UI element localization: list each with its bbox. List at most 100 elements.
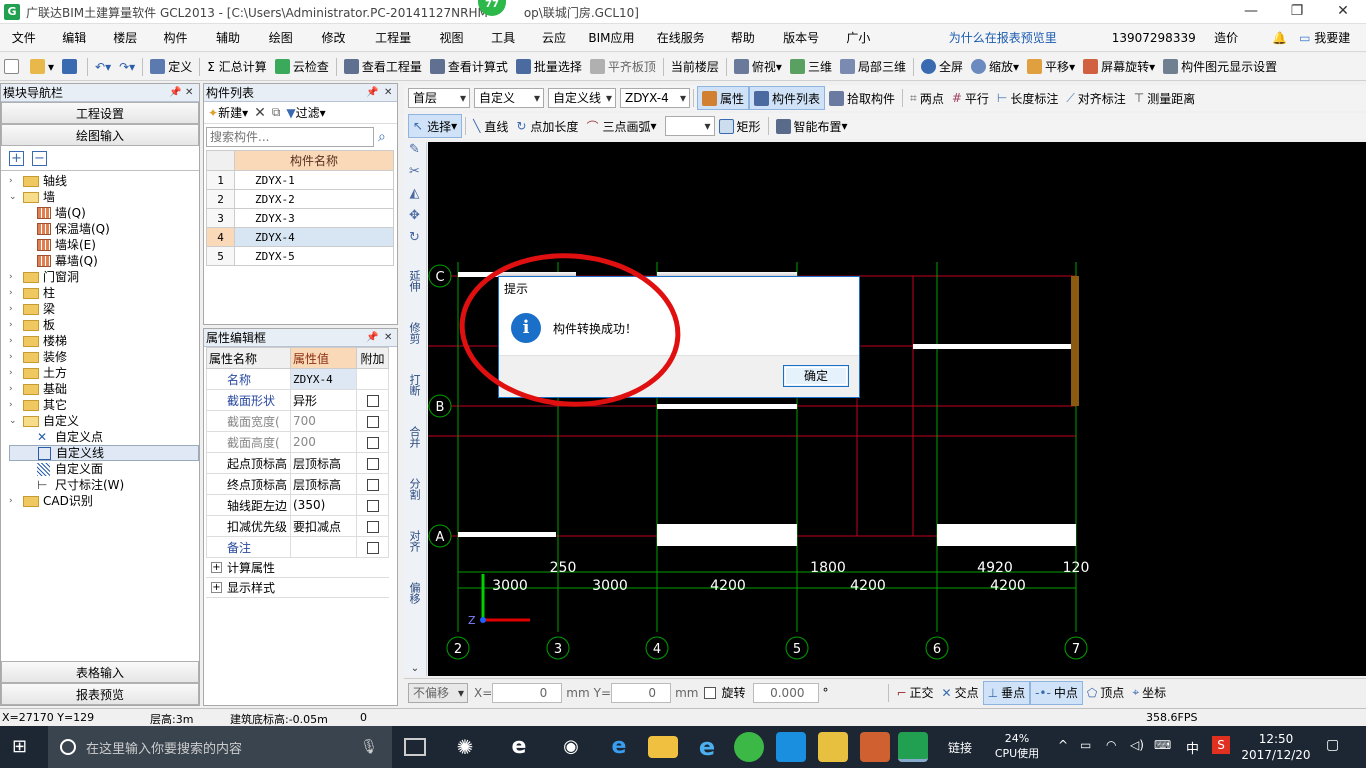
- menu-item-9[interactable]: 工具(T): [485, 24, 536, 73]
- menu-item-14[interactable]: 版本号(B): [777, 24, 840, 73]
- tree-item-19[interactable]: ⊢ 尺寸标注(W): [9, 477, 199, 493]
- calc-properties-group[interactable]: + 计算属性: [206, 558, 389, 578]
- measure-button[interactable]: ⊤ 测量距离: [1130, 86, 1199, 110]
- menu-item-8[interactable]: 视图(V): [433, 24, 485, 73]
- component-search-input[interactable]: [206, 127, 374, 147]
- taskbar-search[interactable]: 在这里输入你要搜索的内容 🎙: [48, 726, 392, 768]
- two-points-button[interactable]: ⌗ 两点: [906, 86, 948, 110]
- search-icon[interactable]: ⌕: [378, 129, 386, 145]
- line-button[interactable]: ╲ 直线: [469, 114, 512, 138]
- extra-checkbox[interactable]: [366, 457, 379, 470]
- rotate-checkbox[interactable]: [704, 686, 717, 699]
- length-dim-button[interactable]: ⊢ 长度标注: [993, 86, 1062, 110]
- select-button[interactable]: ↖ 选择 ▾: [408, 114, 463, 138]
- component-row[interactable]: 3 ZDYX-3: [206, 208, 394, 228]
- side-tool-3[interactable]: 合并: [408, 408, 421, 460]
- tree-expander-icon[interactable]: ›: [9, 493, 19, 509]
- mirror-icon[interactable]: ◭: [403, 186, 426, 208]
- battery-icon[interactable]: ▭: [1080, 738, 1091, 752]
- volume-icon[interactable]: ◁): [1130, 738, 1144, 752]
- point-length-button[interactable]: ↻ 点加长度: [512, 114, 582, 138]
- side-tool-1[interactable]: 修剪: [408, 304, 421, 356]
- menu-item-0[interactable]: 文件(F): [6, 24, 56, 73]
- tree-item-1[interactable]: ⌄ 墙: [9, 189, 199, 205]
- three-d-button[interactable]: 三维: [786, 55, 836, 79]
- sogou-icon[interactable]: S: [1212, 736, 1230, 754]
- edge-legacy-icon[interactable]: e: [504, 732, 534, 762]
- extra-checkbox[interactable]: [366, 541, 379, 554]
- tree-expander-icon[interactable]: ›: [9, 349, 19, 365]
- tree-item-15[interactable]: ⌄ 自定义: [9, 413, 199, 429]
- rotate-button[interactable]: 屏幕旋转 ▾: [1079, 55, 1159, 79]
- tree-expander-icon[interactable]: ›: [9, 333, 19, 349]
- microphone-icon[interactable]: 🎙: [360, 739, 378, 755]
- collapse-all-icon[interactable]: −: [32, 150, 47, 166]
- tree-expander-icon[interactable]: ⌄: [9, 189, 19, 205]
- component-row[interactable]: 1 ZDYX-1: [206, 170, 394, 190]
- smart-layout-button[interactable]: 智能布置 ▾: [772, 114, 852, 138]
- angle-input[interactable]: [753, 682, 820, 703]
- cloud-check-button[interactable]: 云检查: [271, 55, 333, 79]
- pan-button[interactable]: 平移 ▾: [1023, 55, 1079, 79]
- close-icon[interactable]: ✕: [384, 84, 392, 102]
- coord-button[interactable]: ⌖ 坐标: [1128, 681, 1170, 705]
- ime-indicator[interactable]: 中: [1186, 738, 1199, 757]
- tree-item-4[interactable]: 墙垛(E): [9, 237, 199, 253]
- tree-item-0[interactable]: › 轴线: [9, 173, 199, 189]
- pin-icon[interactable]: 📌: [366, 84, 378, 102]
- scissors-icon[interactable]: ✂: [403, 164, 426, 186]
- new-component-button[interactable]: ✦新建▾: [208, 104, 248, 121]
- tree-item-18[interactable]: 自定义面: [9, 461, 199, 477]
- tree-expander-icon[interactable]: ›: [9, 301, 19, 317]
- restore-button[interactable]: ❐: [1274, 0, 1320, 24]
- component-name-cell[interactable]: ZDYX-2: [234, 189, 394, 209]
- copy-icon[interactable]: ⧉: [272, 105, 281, 120]
- bell-icon[interactable]: 🔔: [1266, 24, 1293, 52]
- pin-icon[interactable]: 📌: [366, 329, 378, 347]
- component-row[interactable]: 2 ZDYX-2: [206, 189, 394, 209]
- component-row[interactable]: 5 ZDYX-5: [206, 246, 394, 266]
- close-icon[interactable]: ✕: [384, 329, 392, 347]
- notes-app-icon[interactable]: [818, 732, 848, 762]
- property-row[interactable]: 截面形状 异形: [206, 389, 389, 411]
- full-screen-button[interactable]: 全屏: [917, 55, 967, 79]
- property-row[interactable]: 终点顶标高 层顶标高: [206, 473, 389, 495]
- component-list-toggle[interactable]: 构件列表: [749, 86, 826, 110]
- tree-item-6[interactable]: › 门窗洞: [9, 269, 199, 285]
- extra-checkbox[interactable]: [366, 394, 379, 407]
- ie-icon[interactable]: e: [692, 732, 722, 762]
- property-value[interactable]: 200: [290, 431, 357, 453]
- close-button[interactable]: ✕: [1320, 0, 1366, 24]
- file-explorer-icon[interactable]: [648, 736, 678, 758]
- scroll-down-icon[interactable]: ⌄: [403, 663, 427, 674]
- top-view-button[interactable]: 俯视 ▾: [730, 55, 786, 79]
- parallel-button[interactable]: # 平行: [948, 86, 993, 110]
- local-3d-button[interactable]: 局部三维: [836, 55, 910, 79]
- tree-item-5[interactable]: 幕墙(Q): [9, 253, 199, 269]
- property-value[interactable]: [290, 536, 357, 558]
- tree-expander-icon[interactable]: ›: [9, 397, 19, 413]
- align-dim-button[interactable]: ⟋ 对齐标注: [1062, 86, 1129, 110]
- help-question-link[interactable]: 为什么在报表预览里没..: [943, 24, 1078, 73]
- menu-item-13[interactable]: 帮助(H): [725, 24, 777, 73]
- tree-expander-icon[interactable]: ›: [9, 285, 19, 301]
- menu-item-10[interactable]: 云应用: [536, 24, 582, 73]
- tree-item-12[interactable]: › 土方: [9, 365, 199, 381]
- extra-checkbox[interactable]: [366, 499, 379, 512]
- draw-input-button[interactable]: 绘图输入: [1, 124, 199, 146]
- close-icon[interactable]: ✕: [185, 84, 193, 102]
- zoom-button[interactable]: 缩放 ▾: [967, 55, 1023, 79]
- notification-icon[interactable]: ▢: [1326, 737, 1339, 753]
- report-preview-button[interactable]: 报表预览: [1, 683, 199, 705]
- minimize-button[interactable]: —: [1228, 0, 1274, 24]
- side-tool-4[interactable]: 分割: [408, 460, 421, 512]
- property-row[interactable]: 名称 ZDYX-4: [206, 368, 389, 390]
- tree-item-2[interactable]: 墙(Q): [9, 205, 199, 221]
- menu-item-11[interactable]: BIM应用(I): [582, 24, 650, 73]
- arc-option-select[interactable]: [664, 116, 715, 136]
- property-value[interactable]: 层顶标高: [290, 452, 357, 474]
- property-row[interactable]: 截面宽度(700: [206, 410, 389, 432]
- undo-icon[interactable]: ↶▾: [91, 55, 115, 79]
- tree-item-7[interactable]: › 柱: [9, 285, 199, 301]
- link-label[interactable]: 链接: [948, 739, 972, 756]
